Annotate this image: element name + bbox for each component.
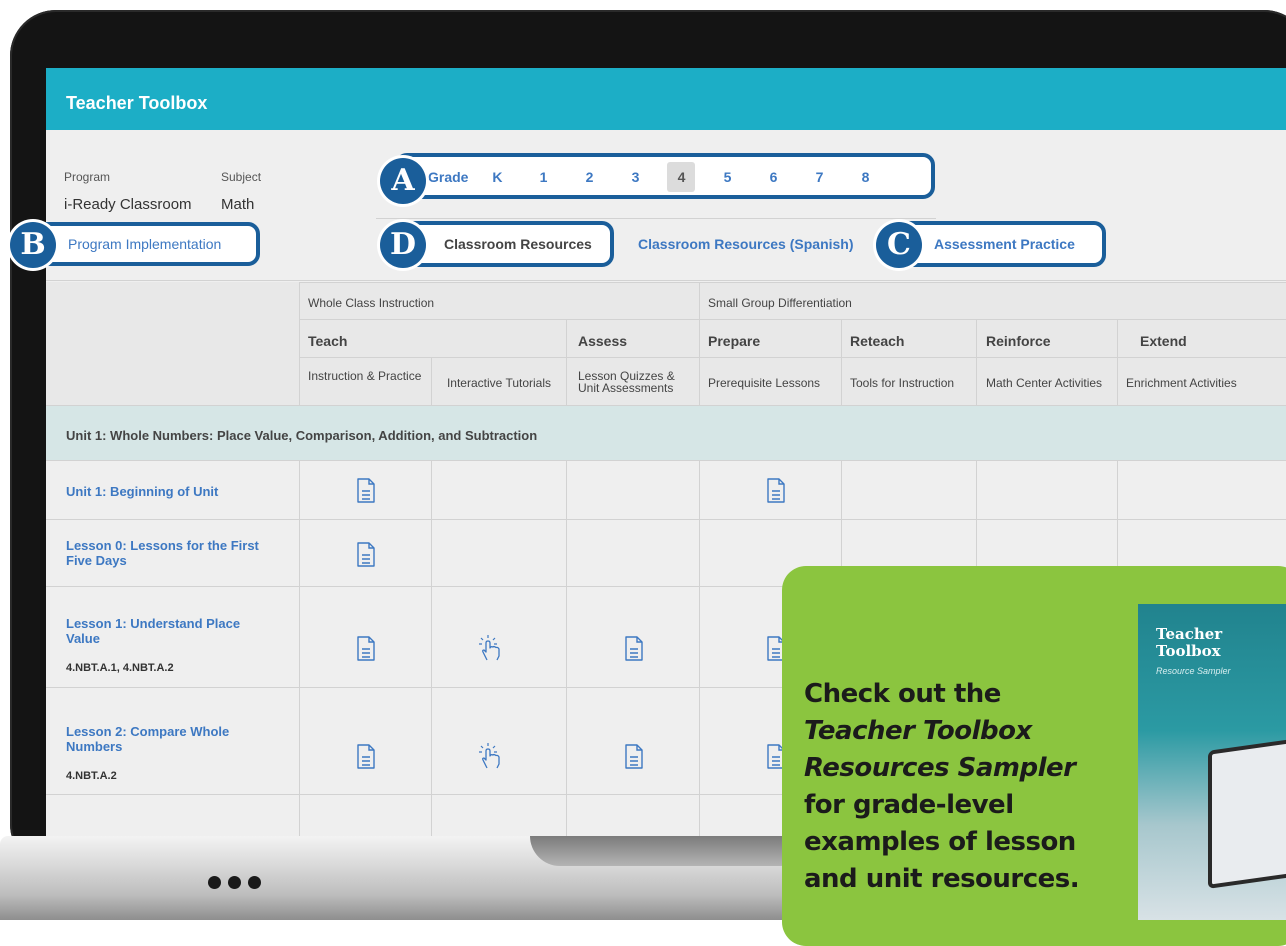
subject-label: Subject <box>221 170 262 184</box>
header-reinforce: Reinforce <box>986 333 1051 349</box>
touch-hand-icon[interactable] <box>476 634 502 662</box>
tab-assessment-practice[interactable]: Assessment Practice <box>892 221 1106 267</box>
row-standards-lesson-2: 4.NBT.A.2 <box>66 770 117 782</box>
grade-2[interactable]: 2 <box>566 169 612 185</box>
grade-k[interactable]: K <box>474 169 520 185</box>
grade-1[interactable]: 1 <box>520 169 566 185</box>
row-standards-lesson-1: 4.NBT.A.1, 4.NBT.A.2 <box>66 662 174 674</box>
tab-classroom-resources-spanish[interactable]: Classroom Resources (Spanish) <box>638 236 854 252</box>
promo-text: Check out the Teacher Toolbox Resources … <box>804 676 1134 898</box>
book-title: Teacher Toolbox <box>1156 625 1223 660</box>
document-icon[interactable] <box>356 636 376 662</box>
callout-badge-a: A <box>380 158 426 204</box>
book-laptop-image <box>1208 737 1286 889</box>
subheader-tools-for-instruction: Tools for Instruction <box>850 376 955 390</box>
row-label-lesson-2[interactable]: Lesson 2: Compare Whole Numbers <box>66 724 266 754</box>
program-value: i-Ready Classroom <box>64 196 192 213</box>
header-prepare: Prepare <box>708 333 761 349</box>
subheader-interactive-tutorials: Interactive Tutorials <box>446 376 552 390</box>
document-icon[interactable] <box>356 744 376 770</box>
document-icon[interactable] <box>766 478 786 504</box>
resource-sampler-cover[interactable]: Teacher Toolbox Resource Sampler <box>1138 604 1286 920</box>
laptop-dots <box>208 876 261 889</box>
subheader-enrichment: Enrichment Activities <box>1126 376 1237 390</box>
page-title: Teacher Toolbox <box>46 68 1286 130</box>
book-subtitle: Resource Sampler <box>1156 666 1231 676</box>
document-icon[interactable] <box>624 744 644 770</box>
tab-assessment-practice-label: Assessment Practice <box>934 236 1075 252</box>
header-teach: Teach <box>308 333 348 349</box>
group-header-whole-class: Whole Class Instruction <box>308 296 435 310</box>
program-label: Program <box>64 170 111 184</box>
touch-hand-icon[interactable] <box>476 742 502 770</box>
group-header-small-group: Small Group Differentiation <box>708 296 852 310</box>
promo-line: and unit resources. <box>804 864 1080 894</box>
grade-4-selected[interactable]: 4 <box>667 162 696 192</box>
row-label-unit-beginning[interactable]: Unit 1: Beginning of Unit <box>66 484 286 499</box>
divider <box>46 280 1286 281</box>
header-extend: Extend <box>1140 333 1187 349</box>
promo-line: Check out the <box>804 679 1001 709</box>
grade-label: Grade <box>428 169 469 185</box>
document-icon[interactable] <box>624 636 644 662</box>
program-implementation-label: Program Implementation <box>68 236 222 252</box>
subject-value: Math <box>221 196 255 213</box>
subheader-prerequisite-lessons: Prerequisite Lessons <box>708 376 821 390</box>
document-icon[interactable] <box>356 542 376 568</box>
unit-title: Unit 1: Whole Numbers: Place Value, Comp… <box>66 428 538 443</box>
grade-6[interactable]: 6 <box>750 169 796 185</box>
divider <box>376 218 936 219</box>
callout-badge-d: D <box>380 222 426 268</box>
grade-7[interactable]: 7 <box>796 169 842 185</box>
callout-badge-c: C <box>876 222 922 268</box>
grade-bar: Grade K 1 2 3 4 5 6 7 8 <box>400 155 888 199</box>
row-label-lesson-0[interactable]: Lesson 0: Lessons for the First Five Day… <box>66 538 286 568</box>
grade-3[interactable]: 3 <box>612 169 658 185</box>
grade-5[interactable]: 5 <box>704 169 750 185</box>
callout-badge-b: B <box>10 222 56 268</box>
grade-8[interactable]: 8 <box>842 169 888 185</box>
promo-line: for grade-level <box>804 790 1014 820</box>
row-label-lesson-1[interactable]: Lesson 1: Understand Place Value <box>66 616 266 646</box>
promo-line: examples of lesson <box>804 827 1076 857</box>
promo-line-italic: Teacher Toolbox <box>804 716 1032 746</box>
subheader-lesson-quizzes: Lesson Quizzes & Unit Assessments <box>578 369 675 395</box>
laptop-notch <box>530 836 810 866</box>
header-assess: Assess <box>578 333 628 349</box>
document-icon[interactable] <box>356 478 376 504</box>
program-implementation-link[interactable]: Program Implementation <box>26 222 260 266</box>
subheader-math-center: Math Center Activities <box>986 376 1103 390</box>
tab-classroom-resources-label: Classroom Resources <box>444 236 592 252</box>
tab-classroom-resources[interactable]: Classroom Resources <box>396 221 614 267</box>
subheader-instruction-practice: Instruction & Practice <box>308 369 422 383</box>
header-reteach: Reteach <box>850 333 905 349</box>
promo-line-italic: Resources Sampler <box>804 753 1076 783</box>
